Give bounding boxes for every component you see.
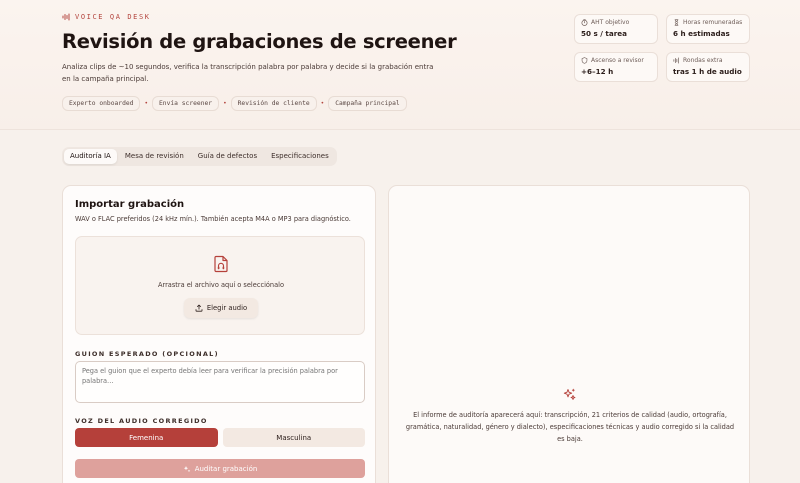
audio-file-icon <box>214 255 228 273</box>
step-expert-onboarded: Experto onboarded <box>62 96 141 111</box>
report-card: El informe de auditoría aparecerá aquí: … <box>388 185 750 483</box>
choose-audio-label: Elegir audio <box>206 304 248 312</box>
step-separator: • <box>223 100 227 107</box>
page-header: VOICE QA DESK Revisión de grabaciones de… <box>0 0 800 130</box>
voice-label: VOZ DEL AUDIO CORREGIDO <box>75 417 208 425</box>
stat-promotion-value: +6–12 h <box>581 67 614 76</box>
stat-extra-rounds: Rondas extra tras 1 h de audio <box>666 52 750 82</box>
import-description: WAV o FLAC preferidos (24 kHz mín.). Tam… <box>75 215 351 223</box>
step-main-campaign: Campaña principal <box>328 96 407 111</box>
tab-defect-guide[interactable]: Guía de defectos <box>192 149 263 164</box>
brand-label: VOICE QA DESK <box>75 13 151 21</box>
audit-recording-button[interactable]: Auditar grabación <box>75 459 365 478</box>
step-separator: • <box>320 100 325 107</box>
step-client-review: Revisión de cliente <box>230 96 317 111</box>
shield-icon <box>581 57 588 64</box>
stat-paid-hours: Horas remuneradas 6 h estimadas <box>666 14 750 44</box>
page-title: Revisión de grabaciones de screener <box>62 30 457 53</box>
voice-toggle: Femenina Masculina <box>75 428 365 447</box>
sparkles-icon <box>183 465 190 472</box>
tab-ai-audit[interactable]: Auditoría IA <box>64 149 117 164</box>
sparkles-icon <box>563 388 576 400</box>
waveform-icon <box>673 57 679 64</box>
hourglass-icon <box>674 19 679 26</box>
stat-aht-value: 50 s / tarea <box>581 29 627 38</box>
workflow-steps: Experto onboarded • Envía screener • Rev… <box>62 96 407 111</box>
stat-paid-hours-value: 6 h estimadas <box>673 29 730 38</box>
audit-recording-label: Auditar grabación <box>194 464 258 473</box>
import-title: Importar grabación <box>75 199 185 210</box>
timer-icon <box>581 19 588 26</box>
report-placeholder: El informe de auditoría aparecerá aquí: … <box>405 411 735 443</box>
step-separator: • <box>144 100 148 107</box>
tab-review-desk[interactable]: Mesa de revisión <box>119 149 190 164</box>
voice-male-button[interactable]: Masculina <box>222 428 365 447</box>
tab-bar: Auditoría IA Mesa de revisión Guía de de… <box>62 147 337 166</box>
script-label: GUION ESPERADO (OPCIONAL) <box>75 350 219 358</box>
stat-extra-rounds-value: tras 1 h de audio <box>673 67 742 76</box>
audio-dropzone[interactable]: Arrastra el archivo aquí o selecciónalo … <box>75 236 365 335</box>
page-subtitle: Analiza clips de ~10 segundos, verifica … <box>62 63 434 83</box>
choose-audio-button[interactable]: Elegir audio <box>184 298 258 318</box>
upload-icon <box>195 304 203 312</box>
tab-specifications[interactable]: Especificaciones <box>265 149 335 164</box>
stat-aht: AHT objetivo 50 s / tarea <box>574 14 658 44</box>
import-card: Importar grabación WAV o FLAC preferidos… <box>62 185 376 483</box>
brand: VOICE QA DESK <box>62 13 151 21</box>
stat-extra-rounds-label: Rondas extra <box>683 57 723 64</box>
stat-paid-hours-label: Horas remuneradas <box>683 19 743 26</box>
script-input[interactable] <box>75 361 365 403</box>
stats-grid: AHT objetivo 50 s / tarea Horas remunera… <box>574 14 750 82</box>
voice-female-button[interactable]: Femenina <box>75 428 218 447</box>
dropzone-text: Arrastra el archivo aquí o selecciónalo <box>157 281 285 289</box>
stat-aht-label: AHT objetivo <box>591 19 630 26</box>
stat-promotion: Ascenso a revisor +6–12 h <box>574 52 658 82</box>
stat-promotion-label: Ascenso a revisor <box>591 57 644 64</box>
step-send-screener: Envía screener <box>152 96 220 111</box>
waveform-icon <box>62 13 70 21</box>
